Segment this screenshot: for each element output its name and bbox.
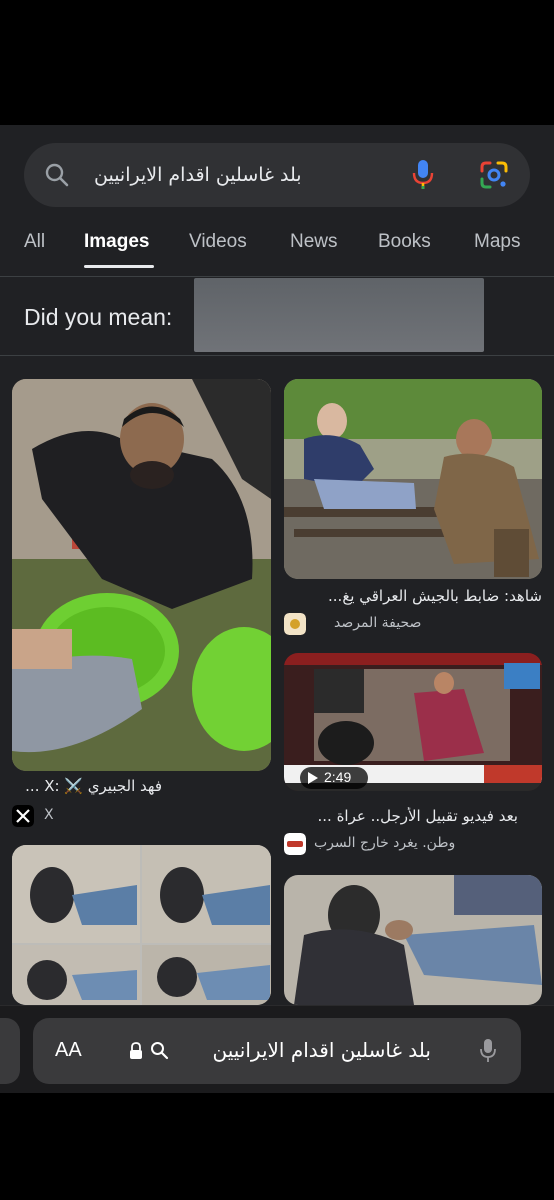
almarsad-logo-icon [284, 613, 306, 635]
did-you-mean-label: Did you mean: [24, 304, 173, 330]
watan-logo-icon [284, 833, 306, 855]
google-search-page: بلد غاسلين اقدام الايرانيين All Images V… [0, 125, 554, 1093]
image-result-2[interactable]: شاهد: ضابط بالجيش العراقي يغ... صحيفة ال… [284, 379, 542, 641]
tab-videos[interactable]: Videos [189, 231, 247, 253]
redacted-suggestion[interactable] [194, 278, 484, 352]
x-logo-icon [12, 805, 34, 827]
microphone-icon[interactable] [479, 1038, 497, 1064]
result-caption[interactable]: شاهد: ضابط بالجيش العراقي يغ... [284, 587, 542, 605]
tab-maps[interactable]: Maps [474, 231, 520, 253]
search-input[interactable]: بلد غاسلين اقدام الايرانيين [94, 143, 410, 207]
tab-images[interactable]: Images [84, 231, 149, 253]
result-thumbnail[interactable] [284, 379, 542, 579]
video-duration: 2:49 [324, 769, 352, 785]
photo-collage [12, 845, 271, 1005]
image-result-1[interactable]: فهد الجبيري ⚔️ :X ... X [12, 379, 271, 829]
result-thumbnail[interactable]: 2:49 [284, 653, 542, 791]
browser-bottom-bar: AA بلد غاسلين اقدام الايرانيين [0, 1005, 554, 1093]
result-thumbnail[interactable] [12, 845, 271, 1005]
reader-options-button[interactable]: AA [55, 1039, 82, 1062]
result-source: وطن. يغرد خارج السرب [314, 835, 456, 851]
tab-all[interactable]: All [24, 231, 45, 253]
google-lens-icon[interactable] [479, 160, 509, 190]
result-caption[interactable]: بعد فيديو تقبيل الأرجل.. عراة ... [284, 807, 519, 825]
photo-park-bench [284, 379, 542, 579]
result-source: صحيفة المرصد [334, 615, 422, 631]
voice-search-icon[interactable] [412, 159, 434, 191]
search-icon[interactable] [44, 162, 70, 188]
did-you-mean-row: Did you mean: [0, 278, 554, 356]
image-result-4[interactable] [12, 845, 271, 1005]
image-result-5[interactable] [284, 875, 542, 1005]
play-icon [308, 772, 318, 784]
image-result-3[interactable]: 2:49 بعد فيديو تقبيل الأرجل.. عراة ... و… [284, 653, 542, 863]
tab-news[interactable]: News [290, 231, 338, 253]
search-tabs: All Images Videos News Books Maps [0, 221, 554, 277]
result-source: X [44, 807, 54, 823]
lock-icon [130, 1042, 142, 1059]
address-bar[interactable]: AA بلد غاسلين اقدام الايرانيين [33, 1018, 521, 1084]
video-duration-badge: 2:49 [300, 767, 368, 789]
previous-tab-preview[interactable] [0, 1018, 20, 1084]
photo-kneeling-man [284, 875, 542, 1005]
search-bar[interactable]: بلد غاسلين اقدام الايرانيين [24, 143, 530, 207]
result-caption[interactable]: فهد الجبيري ⚔️ :X ... [12, 777, 162, 795]
address-bar-text[interactable]: بلد غاسلين اقدام الايرانيين [171, 1038, 432, 1062]
result-thumbnail[interactable] [284, 875, 542, 1005]
result-thumbnail[interactable] [12, 379, 271, 771]
photo-feet-washing [12, 379, 271, 771]
tab-books[interactable]: Books [378, 231, 431, 253]
active-tab-indicator [84, 265, 154, 268]
search-icon [151, 1042, 169, 1060]
